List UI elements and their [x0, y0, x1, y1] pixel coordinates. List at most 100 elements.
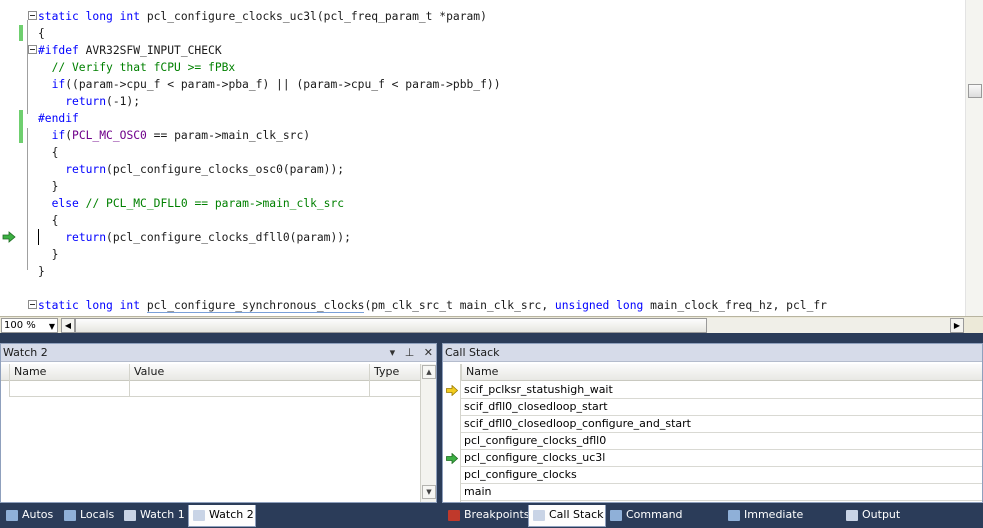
fold-icon[interactable]: [28, 300, 37, 309]
code-line[interactable]: }: [38, 246, 59, 263]
tab-watch-1[interactable]: Watch 1: [120, 505, 186, 527]
pin-icon[interactable]: ⊥: [405, 346, 415, 359]
code-token: // PCL_MC_DFLL0 == param->main_clk_src: [85, 197, 345, 210]
code-token: ((param->cpu_f < param->pba_f) || (param…: [65, 78, 501, 91]
fold-line: [27, 20, 28, 114]
code-line[interactable]: #ifdef AVR32SFW_INPUT_CHECK: [38, 42, 222, 59]
tab-output[interactable]: Output: [842, 505, 922, 527]
code-token: PCL_MC_OSC0: [72, 129, 147, 142]
code-token: (pcl_configure_clocks_dfll0(param));: [106, 231, 351, 244]
code-line[interactable]: }: [38, 263, 45, 280]
call-stack-frame[interactable]: main: [461, 484, 982, 501]
column-name[interactable]: Name: [9, 364, 129, 381]
call-stack-title-bar: Call Stack: [443, 344, 982, 362]
code-line[interactable]: }: [38, 178, 59, 195]
tab-immediate-window[interactable]: Immediate Window: [724, 505, 840, 527]
call-stack-frame[interactable]: pcl_configure_clocks_uc3l: [461, 450, 982, 467]
scroll-down-icon[interactable]: ▼: [422, 485, 436, 499]
code-token: }: [38, 248, 59, 261]
horizontal-scrollbar[interactable]: [75, 318, 950, 333]
locals-icon: [64, 510, 76, 521]
code-token: if: [51, 78, 66, 91]
call-stack-title: Call Stack: [445, 346, 500, 359]
code-token: if: [51, 129, 66, 142]
code-token: unsigned long: [554, 299, 644, 312]
code-token: {: [38, 146, 59, 159]
tab-watch-2[interactable]: Watch 2: [188, 505, 256, 527]
watch-name-cell[interactable]: [9, 381, 129, 397]
vertical-scrollbar[interactable]: ▲ ▼: [420, 364, 436, 502]
text-caret: [38, 229, 39, 245]
code-line[interactable]: return(pcl_configure_clocks_dfll0(param)…: [38, 229, 351, 246]
editor-status-bar: 100 % ▼ ◀ ▶: [0, 316, 983, 333]
fold-icon[interactable]: [28, 45, 37, 54]
call-stack-frame[interactable]: scif_dfll0_closedloop_configure_and_star…: [461, 416, 982, 433]
change-bar: [19, 110, 23, 143]
splitter[interactable]: [0, 333, 983, 343]
current-frame-arrow-icon: [446, 385, 458, 396]
code-token: pcl_configure_synchronous_clocks: [146, 299, 365, 313]
call-stack-frame[interactable]: scif_pclksr_statushigh_wait: [461, 382, 982, 399]
tab-locals[interactable]: Locals: [60, 505, 118, 527]
tab-autos[interactable]: Autos: [2, 505, 60, 527]
column-value[interactable]: Value: [129, 364, 369, 381]
call-stack-frame[interactable]: pcl_configure_clocks_dfll0: [461, 433, 982, 450]
column-type[interactable]: Type: [369, 364, 420, 381]
bottom-right-tabs: Breakpoints Call Stack Command Window Immed…: [442, 505, 983, 528]
code-line[interactable]: return(pcl_configure_clocks_osc0(param))…: [38, 161, 344, 178]
code-token: {: [38, 214, 59, 227]
code-line[interactable]: {: [38, 212, 59, 229]
code-token: {: [38, 27, 45, 40]
code-line[interactable]: // Verify that fCPU >= fPBx: [38, 59, 236, 76]
code-editor[interactable]: static long int pcl_configure_clocks_uc3…: [0, 0, 983, 318]
code-line[interactable]: else // PCL_MC_DFLL0 == param->main_clk_…: [38, 195, 344, 212]
tab-call-stack[interactable]: Call Stack: [528, 505, 606, 527]
code-line[interactable]: return(-1);: [38, 93, 140, 110]
code-token: #ifdef: [38, 44, 79, 57]
scroll-thumb[interactable]: [968, 84, 982, 98]
fold-line: [27, 128, 28, 270]
dropdown-icon[interactable]: ▾: [390, 346, 396, 359]
autos-icon: [6, 510, 18, 521]
watch-1-icon: [124, 510, 136, 521]
tab-command-window[interactable]: Command Window: [606, 505, 722, 527]
fold-icon[interactable]: [28, 11, 37, 20]
scroll-up-icon[interactable]: ▲: [422, 365, 436, 379]
code-line[interactable]: static long int pcl_configure_synchronou…: [38, 297, 827, 314]
tab-label: Locals: [80, 508, 115, 521]
code-line[interactable]: {: [38, 144, 59, 161]
call-stack-gutter: [443, 364, 461, 502]
watch-title: Watch 2: [3, 346, 48, 359]
tab-breakpoints[interactable]: Breakpoints: [444, 505, 530, 527]
code-line[interactable]: if((param->cpu_f < param->pba_f) || (par…: [38, 76, 501, 93]
watch-value-cell[interactable]: [129, 381, 369, 397]
tab-label: Breakpoints: [464, 508, 530, 521]
scroll-thumb[interactable]: [75, 318, 707, 333]
command-window-icon: [610, 510, 622, 521]
code-area[interactable]: static long int pcl_configure_clocks_uc3…: [38, 8, 965, 315]
vertical-scrollbar[interactable]: [965, 0, 983, 318]
zoom-dropdown[interactable]: 100 % ▼: [1, 318, 58, 333]
code-token: (-1);: [106, 95, 141, 108]
tab-label: Watch 1: [140, 508, 185, 521]
code-line[interactable]: static long int pcl_configure_clocks_uc3…: [38, 8, 487, 25]
bottom-left-tabs: Autos Locals Watch 1 Watch 2: [0, 505, 440, 528]
scroll-right-icon[interactable]: ▶: [950, 318, 964, 333]
code-line[interactable]: if(PCL_MC_OSC0 == param->main_clk_src): [38, 127, 310, 144]
zoom-level: 100 %: [4, 320, 36, 331]
watch-header: Name Value Type: [1, 364, 420, 381]
scroll-left-icon[interactable]: ◀: [61, 318, 75, 333]
call-stack-frame[interactable]: scif_dfll0_closedloop_start: [461, 399, 982, 416]
call-stack-frame[interactable]: pcl_configure_clocks: [461, 467, 982, 484]
code-token: // Verify that fCPU >= fPBx: [38, 61, 236, 74]
watch-type-cell[interactable]: [369, 381, 420, 397]
column-name[interactable]: Name: [461, 364, 982, 381]
tab-label: Watch 2: [209, 508, 254, 521]
code-line[interactable]: {: [38, 25, 45, 42]
close-icon[interactable]: ✕: [424, 346, 433, 359]
code-line[interactable]: #endif: [38, 110, 79, 127]
